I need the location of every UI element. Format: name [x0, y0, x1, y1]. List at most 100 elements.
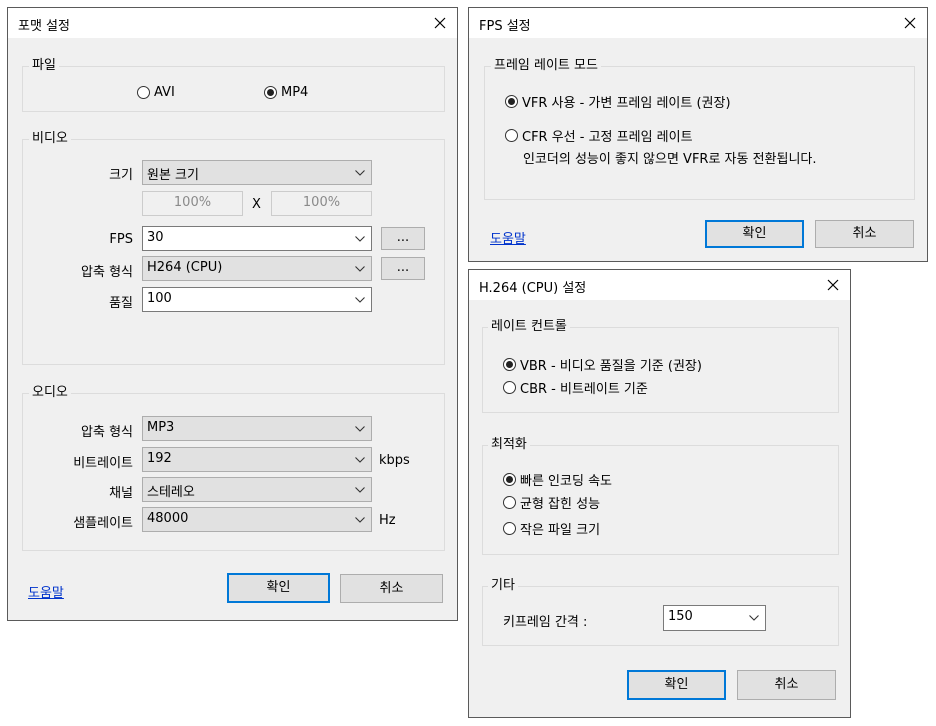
keyframe-interval-value: 150	[668, 609, 693, 624]
audio-codec-value: MP3	[147, 420, 175, 435]
title-bar: H.264 (CPU) 설정	[469, 270, 850, 300]
cbr-radio-circle	[503, 381, 516, 394]
vfr-radio-circle	[505, 95, 518, 108]
width-percent-field[interactable]: 100%	[142, 191, 243, 216]
title-bar: FPS 설정	[469, 8, 927, 38]
avi-radio[interactable]: AVI	[137, 85, 175, 100]
vbr-radio[interactable]: VBR - 비디오 품질을 기준 (권장)	[503, 355, 702, 374]
height-percent-field[interactable]: 100%	[271, 191, 372, 216]
bitrate-label: 비트레이트	[73, 456, 133, 471]
close-button[interactable]	[816, 270, 850, 300]
close-button[interactable]	[893, 8, 927, 38]
chevron-down-icon	[355, 169, 365, 176]
mp4-radio-circle	[264, 86, 277, 99]
chevron-down-icon	[355, 296, 365, 303]
size-select[interactable]: 원본 크기	[142, 160, 372, 185]
samplerate-select[interactable]: 48000	[142, 507, 372, 532]
chevron-down-icon	[355, 425, 365, 432]
misc-label: 기타	[488, 578, 518, 594]
h264-settings-dialog: H.264 (CPU) 설정 레이트 컨트롤 VBR - 비디오 품질을 기준 …	[468, 269, 851, 718]
small-file-radio-circle	[503, 522, 516, 535]
quality-select[interactable]: 100	[142, 287, 372, 312]
size-label: 크기	[109, 168, 133, 183]
fps-select[interactable]: 30	[142, 226, 372, 251]
bitrate-unit: kbps	[379, 453, 410, 468]
channel-label: 채널	[109, 486, 133, 501]
balanced-radio[interactable]: 균형 잡힌 성능	[503, 493, 600, 512]
small-file-radio[interactable]: 작은 파일 크기	[503, 519, 600, 538]
balanced-radio-label: 균형 잡힌 성능	[520, 497, 601, 512]
close-icon	[827, 279, 839, 291]
fps-label: FPS	[109, 232, 133, 247]
help-link[interactable]: 도움말	[28, 582, 64, 601]
channel-select[interactable]: 스테레오	[142, 477, 372, 502]
close-button[interactable]	[423, 8, 457, 38]
close-icon	[434, 17, 446, 29]
small-file-radio-label: 작은 파일 크기	[520, 523, 601, 538]
fps-settings-dialog: FPS 설정 프레임 레이트 모드 VFR 사용 - 가변 프레임 레이트 (권…	[468, 7, 928, 262]
quality-label: 품질	[109, 296, 133, 311]
cbr-radio[interactable]: CBR - 비트레이트 기준	[503, 378, 648, 397]
ok-button[interactable]: 확인	[705, 220, 804, 248]
cancel-button[interactable]: 취소	[340, 574, 443, 603]
cfr-note: 인코더의 성능이 좋지 않으면 VFR로 자동 전환됩니다.	[523, 152, 817, 167]
cfr-radio[interactable]: CFR 우선 - 고정 프레임 레이트	[505, 126, 693, 145]
channel-value: 스테레오	[147, 485, 195, 500]
keyframe-interval-label: 키프레임 간격 :	[503, 615, 588, 630]
bitrate-select[interactable]: 192	[142, 447, 372, 472]
cfr-radio-circle	[505, 129, 518, 142]
quality-select-value: 100	[147, 291, 172, 306]
cfr-radio-label: CFR 우선 - 고정 프레임 레이트	[522, 130, 693, 145]
vbr-radio-circle	[503, 358, 516, 371]
ok-button[interactable]: 확인	[227, 573, 330, 603]
chevron-down-icon	[355, 265, 365, 272]
avi-radio-label: AVI	[154, 85, 175, 100]
times-separator: X	[252, 197, 261, 212]
avi-radio-circle	[137, 86, 150, 99]
chevron-down-icon	[355, 456, 365, 463]
fps-settings-button[interactable]: ...	[381, 227, 425, 250]
codec-settings-button[interactable]: ...	[381, 257, 425, 280]
ok-button[interactable]: 확인	[627, 670, 726, 700]
cancel-button[interactable]: 취소	[737, 670, 836, 700]
samplerate-value: 48000	[147, 511, 189, 526]
file-group-label: 파일	[29, 58, 59, 74]
rate-control-label: 레이트 컨트롤	[488, 319, 570, 335]
mp4-radio-label: MP4	[281, 85, 309, 100]
chevron-down-icon	[355, 235, 365, 242]
video-codec-select[interactable]: H264 (CPU)	[142, 256, 372, 281]
video-codec-label: 압축 형식	[81, 265, 133, 280]
vbr-radio-label: VBR - 비디오 품질을 기준 (권장)	[520, 359, 702, 374]
audio-group-label: 오디오	[29, 385, 71, 401]
fast-encoding-radio-label: 빠른 인코딩 속도	[520, 474, 612, 489]
balanced-radio-circle	[503, 496, 516, 509]
samplerate-label: 샘플레이트	[73, 516, 133, 531]
vfr-radio[interactable]: VFR 사용 - 가변 프레임 레이트 (권장)	[505, 92, 731, 111]
file-group	[22, 66, 445, 112]
video-codec-value: H264 (CPU)	[147, 260, 223, 275]
samplerate-unit: Hz	[379, 513, 396, 528]
keyframe-interval-select[interactable]: 150	[663, 605, 766, 631]
dialog-title: 포맷 설정	[18, 19, 70, 34]
mp4-radio[interactable]: MP4	[264, 85, 308, 100]
vfr-radio-label: VFR 사용 - 가변 프레임 레이트 (권장)	[522, 96, 731, 111]
bitrate-value: 192	[147, 451, 172, 466]
size-select-value: 원본 크기	[147, 168, 199, 183]
audio-codec-label: 압축 형식	[81, 425, 133, 440]
format-settings-dialog: 포맷 설정 파일 AVI MP4 비디오 크기 원본 크기 100% X 100…	[7, 7, 458, 621]
audio-codec-select[interactable]: MP3	[142, 416, 372, 441]
chevron-down-icon	[355, 516, 365, 523]
close-icon	[904, 17, 916, 29]
frame-rate-mode-label: 프레임 레이트 모드	[491, 58, 601, 74]
dialog-title: FPS 설정	[479, 19, 531, 34]
chevron-down-icon	[355, 486, 365, 493]
cancel-button[interactable]: 취소	[815, 220, 914, 248]
fast-encoding-radio[interactable]: 빠른 인코딩 속도	[503, 470, 612, 489]
help-link[interactable]: 도움말	[490, 228, 526, 247]
title-bar: 포맷 설정	[8, 8, 457, 38]
chevron-down-icon	[749, 615, 759, 621]
dialog-title: H.264 (CPU) 설정	[479, 281, 587, 296]
fast-encoding-radio-circle	[503, 473, 516, 486]
video-group-label: 비디오	[29, 131, 71, 147]
cbr-radio-label: CBR - 비트레이트 기준	[520, 382, 648, 397]
